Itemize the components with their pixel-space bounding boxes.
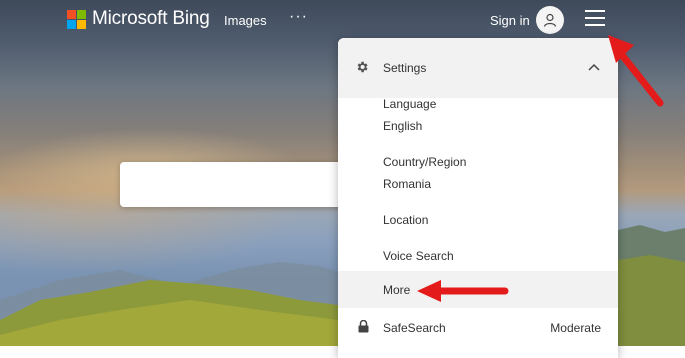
red-arrow-annotation-menu xyxy=(608,35,664,107)
gear-icon xyxy=(357,61,368,73)
search-input[interactable] xyxy=(120,162,350,207)
language-value: English xyxy=(383,119,423,133)
menu-item-location[interactable]: Location xyxy=(383,213,428,227)
safesearch-label: SafeSearch xyxy=(383,321,446,335)
microsoft-logo-icon xyxy=(67,9,86,29)
logo-text: Microsoft Bing xyxy=(92,8,210,29)
hamburger-icon[interactable] xyxy=(585,10,605,26)
nav-more-button[interactable]: ··· xyxy=(289,8,308,26)
settings-menu: Settings Language English Country/Region… xyxy=(338,38,618,358)
country-value: Romania xyxy=(383,177,432,191)
sign-in-button[interactable]: Sign in xyxy=(490,6,564,34)
menu-item-country[interactable]: Country/Region xyxy=(383,155,466,169)
menu-item-voice-search[interactable]: Voice Search xyxy=(383,249,454,263)
menu-item-safesearch[interactable]: SafeSearch Moderate xyxy=(338,308,618,348)
menu-item-more: More xyxy=(383,283,411,297)
user-icon xyxy=(535,6,564,34)
menu-item-language[interactable]: Language xyxy=(383,97,436,111)
lock-icon xyxy=(358,320,369,333)
nav-link-images[interactable]: Images xyxy=(224,13,267,28)
safesearch-value: Moderate xyxy=(550,321,601,335)
settings-header[interactable]: Settings xyxy=(338,38,618,98)
sign-in-label: Sign in xyxy=(490,12,530,28)
red-arrow-annotation-more xyxy=(417,280,509,302)
settings-label: Settings xyxy=(383,61,427,75)
bing-logo[interactable]: Microsoft Bing xyxy=(67,8,210,30)
chevron-up-icon[interactable] xyxy=(588,63,600,71)
